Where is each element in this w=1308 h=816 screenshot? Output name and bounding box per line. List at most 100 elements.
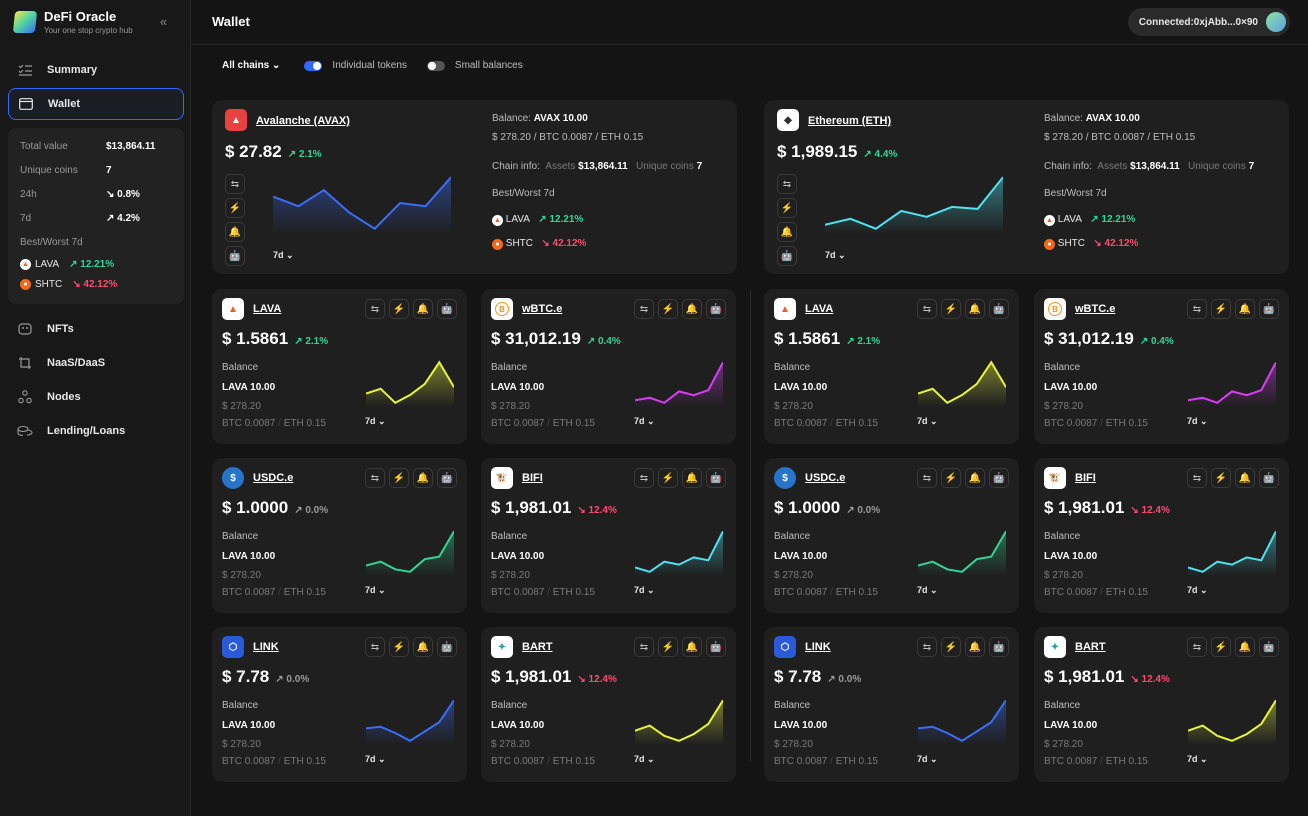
token-name-link[interactable]: wBTC.e	[522, 303, 562, 315]
nav-summary[interactable]: Summary	[8, 54, 184, 86]
quick-trade-button[interactable]: ⚡	[1211, 468, 1231, 488]
swap-button[interactable]: ⇆	[225, 174, 245, 194]
token-name-link[interactable]: LINK	[805, 641, 831, 653]
individual-tokens-toggle[interactable]	[304, 60, 323, 71]
nav-naas-daas[interactable]: NaaS/DaaS	[8, 347, 184, 379]
chain-name-link[interactable]: Ethereum (ETH)	[808, 115, 891, 127]
bot-button[interactable]: 🤖	[1259, 468, 1279, 488]
quick-trade-button[interactable]: ⚡	[389, 299, 409, 319]
period-select[interactable]: 7d ⌄	[365, 754, 386, 765]
token-name-link[interactable]: BIFI	[1075, 472, 1096, 484]
quick-trade-button[interactable]: ⚡	[941, 637, 961, 657]
alert-button[interactable]: 🔔	[413, 299, 433, 319]
nav-nfts[interactable]: NFTs	[8, 313, 184, 345]
nav-wallet[interactable]: Wallet	[8, 88, 184, 120]
swap-button[interactable]: ⇆	[1187, 637, 1207, 657]
small-balances-toggle[interactable]	[426, 60, 445, 71]
alert-button[interactable]: 🔔	[965, 299, 985, 319]
swap-button[interactable]: ⇆	[917, 299, 937, 319]
avatar	[1266, 12, 1286, 32]
swap-button[interactable]: ⇆	[917, 637, 937, 657]
quick-trade-button[interactable]: ⚡	[941, 468, 961, 488]
swap-button[interactable]: ⇆	[777, 174, 797, 194]
bot-button[interactable]: 🤖	[706, 637, 726, 657]
swap-button[interactable]: ⇆	[917, 468, 937, 488]
token-name-link[interactable]: BART	[522, 641, 553, 653]
brand[interactable]: DeFi Oracle Your one stop crypto hub	[12, 9, 133, 35]
period-select[interactable]: 7d ⌄	[365, 585, 386, 596]
token-name-link[interactable]: BART	[1075, 641, 1106, 653]
bot-button[interactable]: 🤖	[706, 468, 726, 488]
bot-button[interactable]: 🤖	[437, 299, 457, 319]
period-select[interactable]: 7d ⌄	[634, 416, 655, 427]
alert-button[interactable]: 🔔	[1235, 468, 1255, 488]
alert-button[interactable]: 🔔	[682, 637, 702, 657]
period-select[interactable]: 7d ⌄	[1187, 416, 1208, 427]
period-select[interactable]: 7d ⌄	[634, 585, 655, 596]
period-select[interactable]: 7d ⌄	[917, 754, 938, 765]
swap-button[interactable]: ⇆	[1187, 468, 1207, 488]
token-name-link[interactable]: wBTC.e	[1075, 303, 1115, 315]
swap-button[interactable]: ⇆	[634, 299, 654, 319]
swap-button[interactable]: ⇆	[365, 468, 385, 488]
token-name-link[interactable]: LAVA	[805, 303, 833, 315]
period-select[interactable]: 7d ⌄	[365, 416, 386, 427]
bot-button[interactable]: 🤖	[989, 637, 1009, 657]
period-select[interactable]: 7d ⌄	[1187, 585, 1208, 596]
bot-button[interactable]: 🤖	[225, 246, 245, 266]
alert-button[interactable]: 🔔	[1235, 299, 1255, 319]
period-select[interactable]: 7d ⌄	[825, 250, 846, 261]
nav-lending-loans[interactable]: Lending/Loans	[8, 415, 184, 447]
token-name-link[interactable]: LAVA	[253, 303, 281, 315]
quick-trade-button[interactable]: ⚡	[658, 468, 678, 488]
alert-button[interactable]: 🔔	[965, 468, 985, 488]
swap-button[interactable]: ⇆	[365, 637, 385, 657]
chain-price: $ 1,989.15	[777, 142, 858, 161]
bot-button[interactable]: 🤖	[989, 468, 1009, 488]
swap-button[interactable]: ⇆	[1187, 299, 1207, 319]
swap-button[interactable]: ⇆	[365, 299, 385, 319]
period-select[interactable]: 7d ⌄	[273, 250, 294, 261]
chain-name-link[interactable]: Avalanche (AVAX)	[256, 115, 350, 127]
quick-trade-button[interactable]: ⚡	[389, 468, 409, 488]
quick-trade-button[interactable]: ⚡	[658, 637, 678, 657]
quick-trade-button[interactable]: ⚡	[777, 198, 797, 218]
quick-trade-button[interactable]: ⚡	[1211, 637, 1231, 657]
quick-trade-button[interactable]: ⚡	[658, 299, 678, 319]
collapse-sidebar-icon[interactable]: «	[160, 14, 167, 29]
period-select[interactable]: 7d ⌄	[917, 585, 938, 596]
quick-trade-button[interactable]: ⚡	[389, 637, 409, 657]
chain-select[interactable]: All chains ⌄	[222, 60, 280, 71]
alert-button[interactable]: 🔔	[413, 637, 433, 657]
token-name-link[interactable]: LINK	[253, 641, 279, 653]
nav-nodes[interactable]: Nodes	[8, 381, 184, 413]
bot-button[interactable]: 🤖	[777, 246, 797, 266]
swap-button[interactable]: ⇆	[634, 637, 654, 657]
bot-button[interactable]: 🤖	[989, 299, 1009, 319]
bot-button[interactable]: 🤖	[437, 637, 457, 657]
alert-button[interactable]: 🔔	[682, 468, 702, 488]
quick-trade-button[interactable]: ⚡	[1211, 299, 1231, 319]
alert-button[interactable]: 🔔	[225, 222, 245, 242]
wallet-connection-button[interactable]: Connected:0xjAbb...0×90	[1127, 8, 1290, 36]
bot-button[interactable]: 🤖	[1259, 637, 1279, 657]
alert-button[interactable]: 🔔	[413, 468, 433, 488]
period-select[interactable]: 7d ⌄	[1187, 754, 1208, 765]
quick-trade-button[interactable]: ⚡	[941, 299, 961, 319]
token-balance-btc: BTC 0.0087	[222, 756, 276, 767]
bot-button[interactable]: 🤖	[437, 468, 457, 488]
connected-address: Connected:0xjAbb...0×90	[1138, 16, 1258, 28]
token-name-link[interactable]: USDC.e	[253, 472, 293, 484]
alert-button[interactable]: 🔔	[1235, 637, 1255, 657]
alert-button[interactable]: 🔔	[965, 637, 985, 657]
token-name-link[interactable]: BIFI	[522, 472, 543, 484]
bot-button[interactable]: 🤖	[1259, 299, 1279, 319]
period-select[interactable]: 7d ⌄	[634, 754, 655, 765]
token-name-link[interactable]: USDC.e	[805, 472, 845, 484]
alert-button[interactable]: 🔔	[682, 299, 702, 319]
bot-button[interactable]: 🤖	[706, 299, 726, 319]
alert-button[interactable]: 🔔	[777, 222, 797, 242]
quick-trade-button[interactable]: ⚡	[225, 198, 245, 218]
swap-button[interactable]: ⇆	[634, 468, 654, 488]
period-select[interactable]: 7d ⌄	[917, 416, 938, 427]
